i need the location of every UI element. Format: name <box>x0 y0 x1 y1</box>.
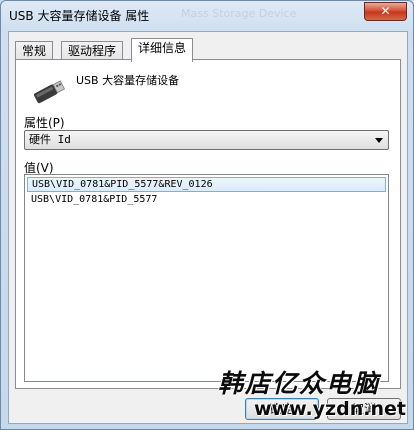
tab-details[interactable]: 详细信息 <box>131 38 194 62</box>
ok-button-label: 确定 <box>269 402 294 416</box>
property-selected-value: 硬件 Id <box>29 133 71 146</box>
window-title: USB 大容量存储设备 属性 <box>9 9 150 23</box>
close-button[interactable]: ✕ <box>364 2 407 21</box>
usb-drive-icon <box>33 80 66 104</box>
cancel-button[interactable]: 取消 <box>327 398 401 420</box>
list-item[interactable]: USB\VID_0781&PID_5577&REV_0126 <box>27 177 386 192</box>
tab-label: 驱动程序 <box>68 44 117 58</box>
tab-driver[interactable]: 驱动程序 <box>61 41 124 61</box>
tab-label: 常规 <box>22 44 47 58</box>
properties-window: USB 大容量存储设备 属性 Mass Storage Device ✕ 常规 … <box>0 0 414 430</box>
tab-general[interactable]: 常规 <box>15 41 54 61</box>
dialog-client-area: 常规 驱动程序 详细信息 USB 大容量存储设备 属性(P) 硬件 Id 值(V… <box>8 31 408 424</box>
list-item-text: USB\VID_0781&PID_5577&REV_0126 <box>32 179 213 190</box>
title-bar-reflection: Mass Storage Device <box>181 7 297 20</box>
list-item-text: USB\VID_0781&PID_5577 <box>31 194 158 205</box>
title-bar[interactable]: USB 大容量存储设备 属性 Mass Storage Device ✕ <box>1 1 413 29</box>
cancel-button-label: 取消 <box>351 402 376 416</box>
list-item[interactable]: USB\VID_0781&PID_5577 <box>27 193 386 208</box>
chevron-down-icon <box>375 138 383 143</box>
close-icon: ✕ <box>380 4 391 18</box>
details-panel: USB 大容量存储设备 属性(P) 硬件 Id 值(V) USB\VID_078… <box>15 59 401 389</box>
property-label: 属性(P) <box>24 116 65 130</box>
tab-label: 详细信息 <box>138 41 187 55</box>
device-name: USB 大容量存储设备 <box>76 74 180 87</box>
ok-button[interactable]: 确定 <box>245 398 319 420</box>
value-listbox[interactable]: USB\VID_0781&PID_5577&REV_0126 USB\VID_0… <box>24 174 389 382</box>
property-dropdown[interactable]: 硬件 Id <box>24 130 389 150</box>
